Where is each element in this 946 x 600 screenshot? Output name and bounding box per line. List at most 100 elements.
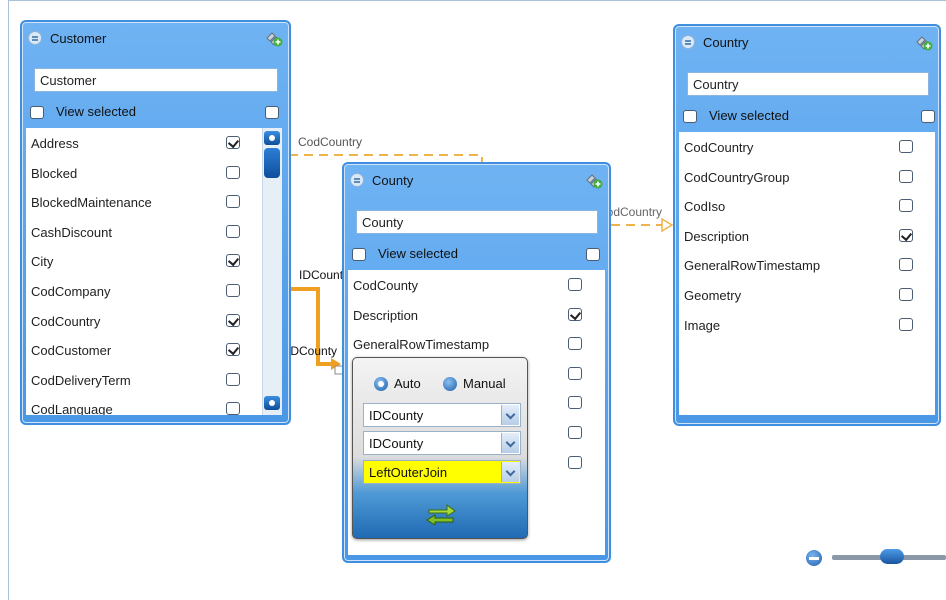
field-checkbox[interactable]	[226, 402, 240, 415]
select-all-checkbox[interactable]	[921, 110, 935, 123]
view-selected-toggle[interactable]: View selected	[683, 107, 935, 125]
view-selected-toggle[interactable]: View selected	[352, 245, 604, 263]
field-row[interactable]: Image	[679, 310, 935, 339]
field-checkbox[interactable]	[899, 288, 913, 301]
field-row[interactable]: Description	[679, 221, 935, 250]
field-label: City	[31, 254, 54, 270]
field-row[interactable]: CashDiscount	[26, 217, 262, 246]
field-checkbox[interactable]	[568, 366, 582, 380]
field-list: Address Blocked BlockedMaintenance CashDisc…	[26, 128, 262, 415]
field-label: CodCompany	[31, 284, 111, 299]
field-checkbox[interactable]	[226, 165, 240, 179]
right-field-select[interactable]: IDCounty	[363, 431, 521, 455]
join-settings-popup[interactable]: Auto Manual IDCounty IDCounty LeftOuterJ…	[352, 357, 528, 539]
select-all-checkbox[interactable]	[265, 106, 279, 119]
field-row[interactable]: GeneralRowTimestamp	[348, 329, 605, 358]
window-title: Country	[703, 35, 749, 50]
zoom-out-icon[interactable]	[806, 550, 822, 566]
field-row[interactable]: Geometry	[679, 280, 935, 309]
view-selected-checkbox[interactable]	[352, 248, 366, 261]
field-row[interactable]: CodIso	[679, 191, 935, 220]
field-row[interactable]: CodLanguage	[26, 394, 262, 415]
field-row[interactable]: Description	[348, 300, 605, 329]
collapse-icon[interactable]	[681, 35, 695, 49]
field-label: BlockedMaintenance	[31, 195, 152, 211]
field-checkbox[interactable]	[899, 140, 913, 153]
field-label: Address	[31, 136, 79, 151]
field-checkbox[interactable]	[226, 195, 240, 209]
field-row[interactable]: CodCounty	[348, 270, 605, 299]
field-checkbox[interactable]	[568, 426, 582, 439]
field-label: CodCountry	[31, 313, 101, 329]
scroll-down-button[interactable]	[264, 396, 280, 410]
chevron-down-icon[interactable]	[501, 405, 519, 425]
field-checkbox[interactable]	[226, 343, 240, 357]
field-checkbox[interactable]	[226, 284, 240, 297]
field-checkbox[interactable]	[899, 317, 913, 331]
field-checkbox[interactable]	[899, 228, 913, 242]
field-label: Description	[684, 228, 750, 244]
field-checkbox[interactable]	[899, 258, 913, 272]
field-row[interactable]: Address	[26, 128, 262, 157]
field-checkbox[interactable]	[568, 337, 582, 351]
select-value: IDCounty	[369, 436, 424, 451]
view-selected-label: View selected	[709, 108, 789, 123]
field-row[interactable]: CodCustomer	[26, 335, 262, 364]
zoom-slider-thumb[interactable]	[880, 549, 904, 564]
swap-arrows-icon[interactable]	[425, 503, 457, 525]
field-checkbox[interactable]	[226, 254, 240, 268]
field-row[interactable]: CodCountry	[26, 306, 262, 335]
field-checkbox[interactable]	[899, 169, 913, 183]
table-alias-input[interactable]	[687, 72, 929, 96]
scroll-up-button[interactable]	[264, 131, 280, 145]
join-type-select[interactable]: LeftOuterJoin	[363, 460, 521, 484]
field-row[interactable]: BlockedMaintenance	[26, 187, 262, 216]
view-selected-toggle[interactable]: View selected	[30, 103, 285, 121]
field-label: CodCustomer	[31, 343, 112, 359]
field-label: Geometry	[684, 288, 742, 303]
scrollbar[interactable]	[262, 128, 282, 415]
left-field-select[interactable]: IDCounty	[363, 403, 521, 427]
add-link-icon[interactable]	[583, 170, 603, 190]
field-row[interactable]: CodDeliveryTerm	[26, 365, 262, 394]
select-value: IDCounty	[369, 408, 424, 423]
field-checkbox[interactable]	[568, 307, 582, 321]
auto-radio[interactable]	[374, 377, 388, 391]
field-checkbox[interactable]	[226, 372, 240, 386]
customer-table-window[interactable]: Customer View selected Address Blocked Blo…	[20, 20, 291, 425]
view-selected-checkbox[interactable]	[683, 110, 697, 123]
chevron-down-icon[interactable]	[501, 433, 519, 453]
field-checkbox[interactable]	[226, 224, 240, 238]
field-checkbox[interactable]	[226, 136, 240, 149]
select-value: LeftOuterJoin	[369, 465, 448, 480]
field-checkbox[interactable]	[899, 199, 913, 213]
field-checkbox[interactable]	[568, 278, 582, 291]
add-link-icon[interactable]	[263, 28, 283, 48]
field-checkbox[interactable]	[568, 396, 582, 410]
field-row[interactable]: City	[26, 246, 262, 275]
table-alias-input[interactable]	[34, 68, 278, 92]
field-row[interactable]: CodCountry	[679, 132, 935, 161]
collapse-icon[interactable]	[28, 31, 42, 45]
field-label: CodCountryGroup	[684, 169, 790, 185]
window-title: Customer	[50, 31, 107, 46]
add-link-icon[interactable]	[913, 32, 933, 52]
connector-label: CodCountry	[298, 135, 363, 149]
scroll-thumb[interactable]	[264, 148, 280, 178]
field-row[interactable]: GeneralRowTimestamp	[679, 250, 935, 279]
manual-radio[interactable]	[443, 377, 457, 391]
country-table-window[interactable]: Country View selected CodCountry CodCount…	[673, 24, 941, 426]
field-checkbox[interactable]	[226, 313, 240, 327]
view-selected-checkbox[interactable]	[30, 106, 44, 119]
field-label: Image	[684, 317, 721, 333]
field-checkbox[interactable]	[568, 455, 582, 469]
table-alias-input[interactable]	[356, 210, 598, 234]
select-all-checkbox[interactable]	[586, 248, 600, 261]
collapse-icon[interactable]	[350, 173, 364, 187]
field-label: CodIso	[684, 199, 726, 215]
field-row[interactable]: CodCompany	[26, 276, 262, 305]
field-row[interactable]: Blocked	[26, 158, 262, 187]
chevron-down-icon[interactable]	[501, 462, 519, 482]
field-row[interactable]: CodCountryGroup	[679, 162, 935, 191]
auto-label: Auto	[394, 376, 421, 391]
